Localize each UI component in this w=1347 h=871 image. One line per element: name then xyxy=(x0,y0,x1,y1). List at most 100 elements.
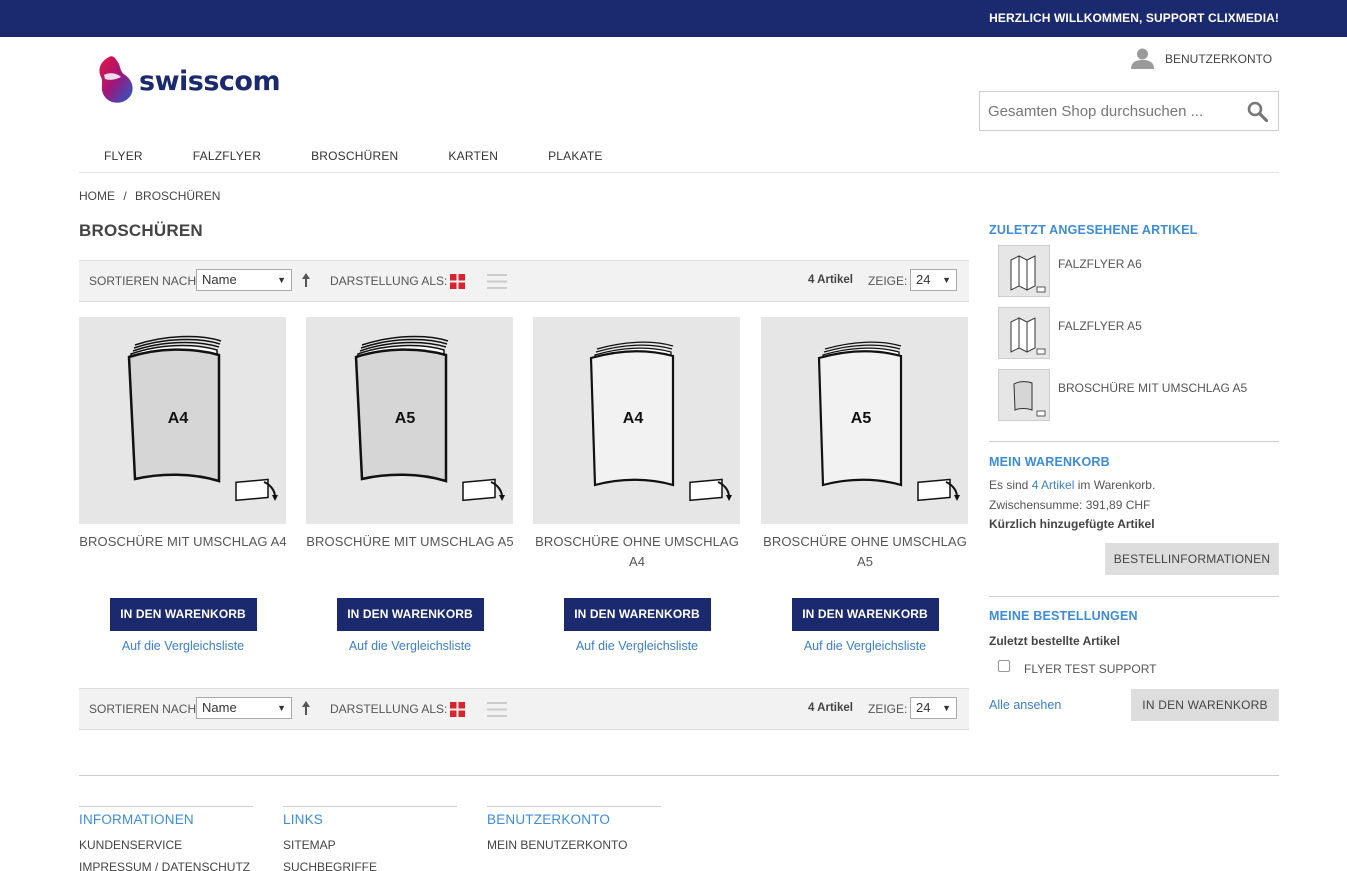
footer-link-impressum[interactable]: IMPRESSUM / DATENSCHUTZ xyxy=(79,861,253,871)
sort-select[interactable]: Name ▼ xyxy=(196,697,292,719)
reorder-add-to-cart-button[interactable]: IN DEN WARENKORB xyxy=(1131,689,1279,721)
footer-column-benutzerkonto: BENUTZERKONTO MEIN BENUTZERKONTO xyxy=(487,806,661,851)
search-icon[interactable] xyxy=(1247,101,1268,122)
caret-down-icon: ▼ xyxy=(942,275,951,285)
cart-heading: MEIN WARENKORB xyxy=(989,455,1110,469)
my-orders-heading: MEINE BESTELLUNGEN xyxy=(989,609,1138,623)
swisscom-logo[interactable]: swisscom xyxy=(95,55,281,107)
grid-view-icon[interactable] xyxy=(450,702,465,717)
brochure-icon xyxy=(1013,381,1046,417)
brochure-without-cover-illustration: A4 xyxy=(589,341,732,502)
add-to-cart-button[interactable]: IN DEN WARENKORB xyxy=(791,598,939,631)
footer-link-kundenservice[interactable]: KUNDENSERVICE xyxy=(79,839,253,851)
item-count: 4 Artikel xyxy=(808,274,853,286)
sidebar-divider xyxy=(989,596,1279,597)
recent-item: FALZFLYER A5 xyxy=(998,307,1142,359)
cart-summary: Es sind 4 Artikel im Warenkorb. xyxy=(989,478,1155,492)
view-all-orders-link[interactable]: Alle ansehen xyxy=(989,698,1061,712)
product-name[interactable]: BROSCHÜRE MIT UMSCHLAG A5 xyxy=(306,532,514,572)
recent-item: BROSCHÜRE MIT UMSCHLAG A5 xyxy=(998,369,1247,421)
product-name[interactable]: BROSCHÜRE MIT UMSCHLAG A4 xyxy=(79,532,287,572)
add-to-compare-link[interactable]: Auf die Vergleichsliste xyxy=(761,639,969,653)
cart-items-link[interactable]: 4 Artikel xyxy=(1032,478,1075,492)
footer-heading: INFORMATIONEN xyxy=(79,812,194,827)
grid-view-icon[interactable] xyxy=(450,274,465,289)
nav-item-broschueren[interactable]: BROSCHÜREN xyxy=(286,146,423,172)
brochure-with-cover-illustration: A4 xyxy=(127,335,278,502)
account-link[interactable]: BENUTZERKONTO xyxy=(1131,48,1272,69)
product-image[interactable]: A4 xyxy=(533,317,740,524)
footer-link-suchbegriffe[interactable]: SUCHBEGRIFFE xyxy=(283,861,457,871)
footer-link-mein-benutzerkonto[interactable]: MEIN BENUTZERKONTO xyxy=(487,839,661,851)
limit-select[interactable]: 24 ▼ xyxy=(910,697,957,719)
breadcrumb-separator: / xyxy=(123,189,127,203)
search-input[interactable] xyxy=(980,92,1230,130)
cart-summary-text: im Warenkorb. xyxy=(1074,478,1156,492)
footer-link-sitemap[interactable]: SITEMAP xyxy=(283,839,457,851)
sort-label: SORTIEREN NACH: xyxy=(89,274,200,288)
product-image[interactable]: A5 xyxy=(306,317,513,524)
welcome-message: HERZLICH WILLKOMMEN, SUPPORT CLIXMEDIA! xyxy=(989,11,1279,25)
limit-select[interactable]: 24 ▼ xyxy=(910,269,957,291)
product-image[interactable]: A4 xyxy=(79,317,286,524)
show-label: ZEIGE: xyxy=(868,274,908,288)
recent-item-name[interactable]: FALZFLYER A5 xyxy=(1058,319,1142,333)
footer-column-links: LINKS SITEMAP SUCHBEGRIFFE xyxy=(283,806,457,871)
show-label: ZEIGE: xyxy=(868,702,908,716)
sort-select-value: Name xyxy=(202,700,237,715)
order-item-checkbox[interactable] xyxy=(998,660,1010,672)
nav-item-plakate[interactable]: PLAKATE xyxy=(523,146,628,172)
sort-direction-arrow-icon[interactable] xyxy=(301,272,311,288)
caret-down-icon: ▼ xyxy=(277,703,286,713)
footer-divider xyxy=(79,775,1279,776)
breadcrumb-home[interactable]: HOME xyxy=(79,189,115,203)
product-name[interactable]: BROSCHÜRE OHNE UMSCHLAG A4 xyxy=(533,532,741,572)
nav-item-falzflyer[interactable]: FALZFLYER xyxy=(168,146,286,172)
add-to-cart-button[interactable]: IN DEN WARENKORB xyxy=(109,598,257,631)
recent-item-name[interactable]: FALZFLYER A6 xyxy=(1058,257,1142,271)
toolbar-top: SORTIEREN NACH: Name ▼ DARSTELLUNG ALS: 4… xyxy=(79,260,969,302)
folded-flyer-icon xyxy=(1010,255,1046,293)
item-count: 4 Artikel xyxy=(808,702,853,714)
add-to-compare-link[interactable]: Auf die Vergleichsliste xyxy=(533,639,741,653)
add-to-cart-button[interactable]: IN DEN WARENKORB xyxy=(336,598,484,631)
add-to-compare-link[interactable]: Auf die Vergleichsliste xyxy=(79,639,287,653)
recent-item-thumbnail[interactable] xyxy=(998,245,1050,297)
account-label: BENUTZERKONTO xyxy=(1165,51,1273,66)
view-mode-label: DARSTELLUNG ALS: xyxy=(330,702,448,716)
nav-item-karten[interactable]: KARTEN xyxy=(423,146,523,172)
footer-heading: LINKS xyxy=(283,812,324,827)
recent-item-thumbnail[interactable] xyxy=(998,307,1050,359)
add-to-cart-button[interactable]: IN DEN WARENKORB xyxy=(563,598,711,631)
product-name[interactable]: BROSCHÜRE OHNE UMSCHLAG A5 xyxy=(761,532,969,572)
add-to-compare-link[interactable]: Auf die Vergleichsliste xyxy=(306,639,514,653)
format-label: A5 xyxy=(851,410,872,427)
recent-item-name[interactable]: BROSCHÜRE MIT UMSCHLAG A5 xyxy=(1058,381,1247,395)
product-image[interactable]: A5 xyxy=(761,317,968,524)
breadcrumb-current: BROSCHÜREN xyxy=(135,189,221,203)
limit-select-value: 24 xyxy=(916,272,931,287)
recent-item-thumbnail[interactable] xyxy=(998,369,1050,421)
brochure-with-cover-illustration: A5 xyxy=(354,335,505,502)
sort-direction-arrow-icon[interactable] xyxy=(301,700,311,716)
search-box xyxy=(979,91,1279,131)
footer-column-informationen: INFORMATIONEN KUNDENSERVICE IMPRESSUM / … xyxy=(79,806,253,871)
cart-summary-text: Es sind xyxy=(989,478,1032,492)
caret-down-icon: ▼ xyxy=(942,703,951,713)
list-view-icon[interactable] xyxy=(487,701,507,718)
logo-wordmark: swisscom xyxy=(139,65,281,97)
list-view-icon[interactable] xyxy=(487,273,507,290)
order-information-button[interactable]: BESTELLINFORMATIONEN xyxy=(1105,543,1279,575)
nav-item-flyer[interactable]: FLYER xyxy=(79,146,168,172)
user-icon xyxy=(1131,48,1154,69)
sort-label: SORTIEREN NACH: xyxy=(89,702,200,716)
sort-select-value: Name xyxy=(202,272,237,287)
breadcrumb: HOME / BROSCHÜREN xyxy=(79,189,225,203)
toolbar-bottom: SORTIEREN NACH: Name ▼ DARSTELLUNG ALS: 4… xyxy=(79,688,969,730)
sort-select[interactable]: Name ▼ xyxy=(196,269,292,291)
recently-viewed-heading: ZULETZT ANGESEHENE ARTIKEL xyxy=(989,223,1198,237)
format-label: A4 xyxy=(623,410,644,427)
cart-subtotal: Zwischensumme: 391,89 CHF xyxy=(989,498,1151,512)
format-label: A4 xyxy=(168,410,189,427)
product-card: A4 BROSCHÜRE OHNE UMSCHLAG A4 IN DEN WAR… xyxy=(533,317,741,653)
